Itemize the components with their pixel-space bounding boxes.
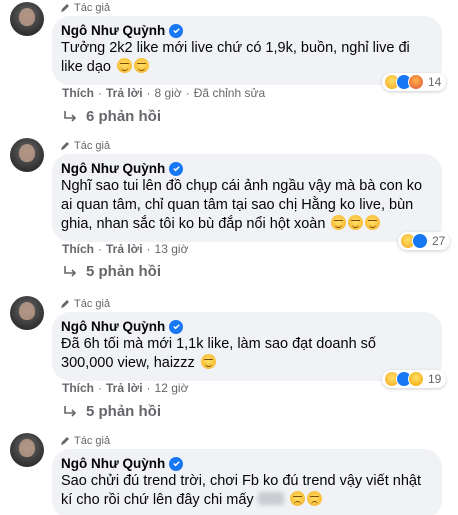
reply-link[interactable]: Trả lời (106, 242, 143, 256)
verified-badge-icon (169, 161, 184, 176)
comment-bubble: Ngô Như Quỳnh Sao chửi đú trend trời, ch… (52, 449, 442, 515)
comment-actions: Thích · Trả lời · 12 giờ (62, 381, 189, 395)
pensive-emoji-icon (365, 215, 381, 230)
pen-icon (61, 300, 69, 308)
reaction-summary[interactable]: 27 (398, 232, 451, 250)
comment-text: Tưởng 2k2 like mới live chứ có 1,9k, buồ… (61, 40, 410, 75)
comment-actions: Thích · Trả lời · 8 giờ · Đã chỉnh sửa (62, 86, 266, 100)
author-badge: Tác giả (60, 435, 110, 447)
comment-bubble: Ngô Như Quỳnh Tưởng 2k2 like mới live ch… (52, 16, 442, 85)
angry-reaction-icon (408, 74, 424, 90)
comment-text: Sao chửi đú trend trời, chơi Fb ko đú tr… (61, 473, 421, 508)
comment-text: Đã 6h tối mà mới 1,1k like, làm sao đạt … (61, 336, 376, 371)
comment-actions: Thích · Trả lời · 13 giờ (62, 242, 189, 256)
author-badge-label: Tác giả (74, 2, 111, 14)
timestamp[interactable]: 8 giờ (155, 86, 182, 100)
reaction-count: 19 (428, 372, 442, 386)
author-name[interactable]: Ngô Như Quỳnh (61, 456, 165, 471)
pensive-emoji-icon (117, 58, 133, 73)
like-link[interactable]: Thích (62, 242, 94, 256)
pensive-emoji-icon (134, 58, 150, 73)
reply-link[interactable]: Trả lời (106, 381, 143, 395)
view-replies-button[interactable]: 5 phản hồi (62, 403, 161, 420)
author-name[interactable]: Ngô Như Quỳnh (61, 23, 165, 38)
comment-bubble: Ngô Như Quỳnh Đã 6h tối mà mới 1,1k like… (52, 312, 442, 381)
blurred-word (257, 492, 284, 505)
pensive-emoji-icon (331, 215, 347, 230)
verified-badge-icon (169, 319, 184, 334)
author-name[interactable]: Ngô Như Quỳnh (61, 319, 165, 334)
verified-badge-icon (169, 456, 184, 471)
author-badge: Tác giả (60, 140, 110, 152)
timestamp[interactable]: 13 giờ (155, 242, 189, 256)
view-replies-button[interactable]: 6 phản hồi (62, 108, 161, 125)
sad-emoji-icon (289, 491, 305, 506)
reaction-summary[interactable]: 14 (382, 73, 447, 91)
sad-emoji-icon (306, 491, 322, 506)
comment-bubble: Ngô Như Quỳnh Nghĩ sao tui lên đồ chụp c… (52, 154, 442, 242)
pen-icon (61, 142, 69, 150)
avatar[interactable] (10, 2, 44, 36)
pen-icon (61, 4, 69, 12)
pensive-emoji-icon (200, 354, 216, 369)
verified-badge-icon (169, 23, 184, 38)
reaction-count: 14 (428, 75, 442, 89)
wow-reaction-icon (408, 371, 424, 387)
author-badge-label: Tác giả (74, 140, 111, 152)
like-link[interactable]: Thích (62, 381, 94, 395)
reply-arrow-icon (64, 110, 77, 122)
pen-icon (61, 437, 69, 445)
author-badge-label: Tác giả (74, 298, 111, 310)
like-link[interactable]: Thích (62, 86, 94, 100)
edited-label: Đã chỉnh sửa (193, 86, 266, 100)
author-name[interactable]: Ngô Như Quỳnh (61, 161, 165, 176)
author-badge: Tác giả (60, 2, 110, 14)
avatar[interactable] (10, 433, 44, 467)
timestamp[interactable]: 12 giờ (155, 381, 189, 395)
pensive-emoji-icon (348, 215, 364, 230)
author-badge-label: Tác giả (74, 435, 111, 447)
reply-arrow-icon (64, 265, 77, 277)
reaction-summary[interactable]: 19 (382, 370, 447, 388)
like-reaction-icon (412, 233, 428, 249)
avatar[interactable] (10, 296, 44, 330)
comment-text: Nghĩ sao tui lên đồ chụp cái ảnh ngầu vậ… (61, 178, 423, 232)
reply-link[interactable]: Trả lời (106, 86, 143, 100)
view-replies-button[interactable]: 5 phản hồi (62, 263, 161, 280)
author-badge: Tác giả (60, 298, 110, 310)
reaction-count: 27 (432, 234, 446, 248)
avatar[interactable] (10, 138, 44, 172)
reply-arrow-icon (64, 405, 77, 417)
